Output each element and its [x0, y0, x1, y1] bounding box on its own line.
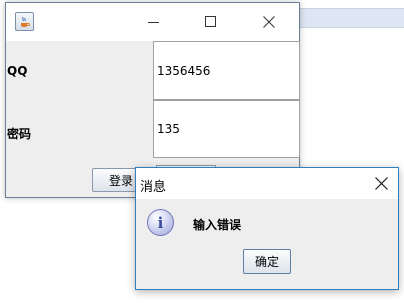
maximize-icon — [205, 16, 216, 27]
info-icon: i — [147, 209, 174, 236]
minimize-icon — [148, 22, 159, 23]
login-window-titlebar[interactable] — [6, 3, 299, 41]
java-app-icon — [15, 12, 34, 31]
qq-input[interactable]: 1356456 — [153, 41, 300, 100]
close-icon — [374, 177, 388, 190]
minimize-button[interactable] — [131, 3, 177, 41]
error-message: 输入错误 — [193, 218, 242, 232]
ok-button[interactable]: 确定 — [243, 249, 291, 274]
password-label: 密码 — [7, 127, 32, 141]
dialog-close-button[interactable] — [364, 168, 398, 199]
qq-label: QQ — [7, 64, 28, 78]
maximize-button[interactable] — [188, 3, 234, 41]
message-dialog-title: 消息 — [140, 180, 167, 195]
message-dialog: 消息 i 输入错误 确定 — [135, 167, 399, 290]
close-button[interactable] — [246, 3, 292, 41]
message-dialog-titlebar[interactable]: 消息 — [136, 168, 398, 199]
close-icon — [263, 16, 275, 28]
background-window-strip — [300, 8, 404, 28]
password-input[interactable]: 135 — [153, 100, 300, 158]
